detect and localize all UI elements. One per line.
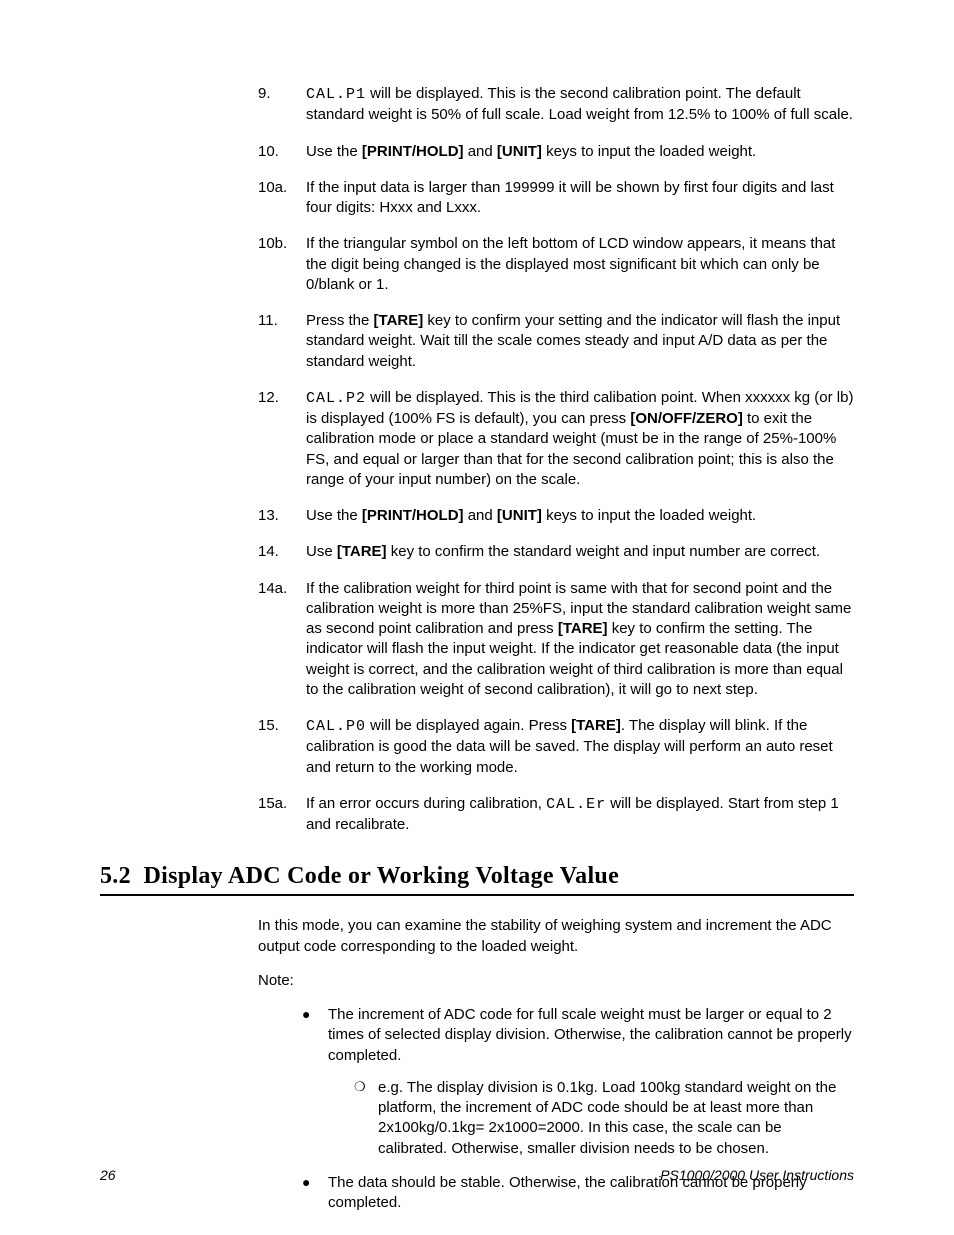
step-number: 11. [258,311,306,372]
page-number: 26 [100,1167,116,1183]
bullet-item: ●The increment of ADC code for full scal… [302,1005,854,1161]
step-item: 9.CAL.P1 will be displayed. This is the … [258,84,854,126]
step-text: CAL.P0 will be displayed again. Press [T… [306,716,854,778]
numbered-steps: 9.CAL.P1 will be displayed. This is the … [258,84,854,835]
step-number: 13. [258,506,306,526]
section-title: Display ADC Code or Working Voltage Valu… [144,863,620,889]
step-item: 13.Use the [PRINT/HOLD] and [UNIT] keys … [258,506,854,526]
step-item: 10a.If the input data is larger than 199… [258,178,854,219]
step-number: 12. [258,388,306,490]
step-number: 15. [258,716,306,778]
step-number: 10a. [258,178,306,219]
step-item: 12.CAL.P2 will be displayed. This is the… [258,388,854,490]
section-rule [100,894,854,896]
step-item: 10.Use the [PRINT/HOLD] and [UNIT] keys … [258,142,854,162]
step-item: 15.CAL.P0 will be displayed again. Press… [258,716,854,778]
step-number: 10b. [258,234,306,295]
bullet-text: The increment of ADC code for full scale… [328,1005,854,1161]
step-item: 15a.If an error occurs during calibratio… [258,794,854,836]
step-number: 15a. [258,794,306,836]
note-label: Note: [258,971,854,991]
step-text: Press the [TARE] key to confirm your set… [306,311,854,372]
sub-bullet-text: e.g. The display division is 0.1kg. Load… [378,1078,854,1159]
step-item: 11.Press the [TARE] key to confirm your … [258,311,854,372]
step-number: 10. [258,142,306,162]
step-item: 14a. If the calibration weight for third… [258,579,854,701]
step-item: 14.Use [TARE] key to confirm the standar… [258,542,854,562]
step-number: 9. [258,84,306,126]
step-number: 14. [258,542,306,562]
sub-bullet-dot-icon: ❍ [354,1078,378,1159]
step-text: Use the [PRINT/HOLD] and [UNIT] keys to … [306,506,854,526]
step-text: CAL.P2 will be displayed. This is the th… [306,388,854,490]
step-text: Use [TARE] key to confirm the standard w… [306,542,854,562]
section-number: 5.2 [100,863,131,889]
step-item: 10b.If the triangular symbol on the left… [258,234,854,295]
step-text: If the triangular symbol on the left bot… [306,234,854,295]
doc-title: PS1000/2000 User Instructions [660,1167,854,1183]
section-heading: 5.2 Display ADC Code or Working Voltage … [100,863,854,890]
step-text: If the input data is larger than 199999 … [306,178,854,219]
step-text: If the calibration weight for third poin… [306,579,854,701]
sub-bullet-item: ❍e.g. The display division is 0.1kg. Loa… [354,1078,854,1159]
section-intro: In this mode, you can examine the stabil… [258,916,854,957]
step-text: CAL.P1 will be displayed. This is the se… [306,84,854,126]
page-footer: 26 PS1000/2000 User Instructions [100,1167,854,1183]
step-number: 14a. [258,579,306,701]
step-text: Use the [PRINT/HOLD] and [UNIT] keys to … [306,142,854,162]
bullet-dot-icon: ● [302,1005,328,1161]
step-text: If an error occurs during calibration, C… [306,794,854,836]
